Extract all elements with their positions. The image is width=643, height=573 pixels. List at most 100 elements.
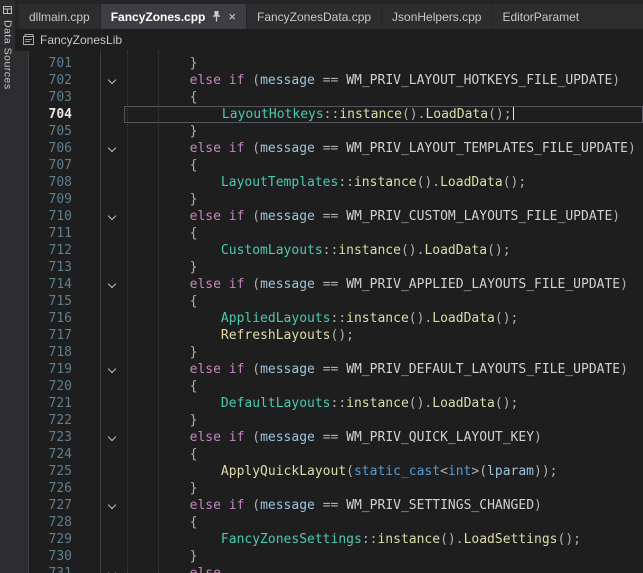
- line-number[interactable]: 708: [30, 174, 78, 191]
- chevron-down-icon[interactable]: [108, 75, 116, 83]
- code-line[interactable]: 707 {: [15, 157, 643, 174]
- line-number[interactable]: 701: [30, 55, 78, 72]
- line-number[interactable]: 725: [30, 463, 78, 480]
- fold-margin[interactable]: [100, 140, 124, 157]
- code-line[interactable]: 703 {: [15, 89, 643, 106]
- line-number[interactable]: 702: [30, 72, 78, 89]
- fold-margin[interactable]: [100, 310, 124, 327]
- code-line[interactable]: 719 else if (message == WM_PRIV_DEFAULT_…: [15, 361, 643, 378]
- fold-margin[interactable]: [100, 378, 124, 395]
- fold-margin[interactable]: [100, 480, 124, 497]
- fold-margin[interactable]: [100, 514, 124, 531]
- fold-margin[interactable]: [100, 429, 124, 446]
- fold-margin[interactable]: [100, 293, 124, 310]
- code-line[interactable]: 713 }: [15, 259, 643, 276]
- line-number[interactable]: 723: [30, 429, 78, 446]
- code-line[interactable]: 711 {: [15, 225, 643, 242]
- line-number[interactable]: 720: [30, 378, 78, 395]
- fold-margin[interactable]: [100, 276, 124, 293]
- chevron-down-icon[interactable]: [108, 432, 116, 440]
- fold-margin[interactable]: [100, 191, 124, 208]
- chevron-down-icon[interactable]: [108, 143, 116, 151]
- fold-margin[interactable]: [100, 55, 124, 72]
- line-number[interactable]: 719: [30, 361, 78, 378]
- line-number[interactable]: 730: [30, 548, 78, 565]
- code-line[interactable]: 704 LayoutHotkeys::instance().LoadData()…: [15, 106, 643, 123]
- line-number[interactable]: 718: [30, 344, 78, 361]
- code-line[interactable]: 731 else: [15, 565, 643, 573]
- code-line[interactable]: 720 {: [15, 378, 643, 395]
- code-line[interactable]: 718 }: [15, 344, 643, 361]
- line-number[interactable]: 711: [30, 225, 78, 242]
- fold-margin[interactable]: [100, 242, 124, 259]
- fold-margin[interactable]: [100, 463, 124, 480]
- code-line[interactable]: 725 ApplyQuickLayout(static_cast<int>(lp…: [15, 463, 643, 480]
- fold-margin[interactable]: [100, 106, 124, 123]
- chevron-down-icon[interactable]: [108, 211, 116, 219]
- line-number[interactable]: 712: [30, 242, 78, 259]
- breadcrumb[interactable]: FancyZonesLib: [15, 29, 643, 51]
- fold-margin[interactable]: [100, 446, 124, 463]
- line-number[interactable]: 710: [30, 208, 78, 225]
- code-line[interactable]: 730 }: [15, 548, 643, 565]
- fold-margin[interactable]: [100, 531, 124, 548]
- code-line[interactable]: 727 else if (message == WM_PRIV_SETTINGS…: [15, 497, 643, 514]
- code-line[interactable]: 717 RefreshLayouts();: [15, 327, 643, 344]
- code-line[interactable]: 721 DefaultLayouts::instance().LoadData(…: [15, 395, 643, 412]
- line-number[interactable]: 707: [30, 157, 78, 174]
- tab-fancyzonesdata-cpp[interactable]: FancyZonesData.cpp: [247, 4, 381, 29]
- chevron-down-icon[interactable]: [108, 500, 116, 508]
- code-line[interactable]: 722 }: [15, 412, 643, 429]
- line-number[interactable]: 726: [30, 480, 78, 497]
- code-line[interactable]: 715 {: [15, 293, 643, 310]
- code-line[interactable]: 716 AppliedLayouts::instance().LoadData(…: [15, 310, 643, 327]
- line-number[interactable]: 713: [30, 259, 78, 276]
- tab-jsonhelpers-cpp[interactable]: JsonHelpers.cpp: [382, 4, 491, 29]
- fold-margin[interactable]: [100, 89, 124, 106]
- code-line[interactable]: 712 CustomLayouts::instance().LoadData()…: [15, 242, 643, 259]
- fold-margin[interactable]: [100, 565, 124, 573]
- fold-margin[interactable]: [100, 327, 124, 344]
- line-number[interactable]: 731: [30, 565, 78, 573]
- breadcrumb-project[interactable]: FancyZonesLib: [40, 33, 122, 47]
- code-line[interactable]: 723 else if (message == WM_PRIV_QUICK_LA…: [15, 429, 643, 446]
- line-number[interactable]: 706: [30, 140, 78, 157]
- line-number[interactable]: 705: [30, 123, 78, 140]
- line-number[interactable]: 704: [30, 106, 78, 123]
- line-number[interactable]: 715: [30, 293, 78, 310]
- code-line[interactable]: 728 {: [15, 514, 643, 531]
- fold-margin[interactable]: [100, 157, 124, 174]
- line-number[interactable]: 716: [30, 310, 78, 327]
- sidebar-tab-data-sources[interactable]: Data Sources: [2, 20, 14, 90]
- fold-margin[interactable]: [100, 259, 124, 276]
- fold-margin[interactable]: [100, 123, 124, 140]
- code-line[interactable]: 701 }: [15, 55, 643, 72]
- code-line[interactable]: 705 }: [15, 123, 643, 140]
- code-line[interactable]: 729 FancyZonesSettings::instance().LoadS…: [15, 531, 643, 548]
- fold-margin[interactable]: [100, 225, 124, 242]
- close-icon[interactable]: ×: [228, 10, 236, 23]
- chevron-down-icon[interactable]: [108, 568, 116, 573]
- line-number[interactable]: 717: [30, 327, 78, 344]
- line-number[interactable]: 714: [30, 276, 78, 293]
- line-number[interactable]: 724: [30, 446, 78, 463]
- chevron-down-icon[interactable]: [108, 279, 116, 287]
- code-line[interactable]: 710 else if (message == WM_PRIV_CUSTOM_L…: [15, 208, 643, 225]
- fold-margin[interactable]: [100, 174, 124, 191]
- code-line[interactable]: 702 else if (message == WM_PRIV_LAYOUT_H…: [15, 72, 643, 89]
- fold-margin[interactable]: [100, 548, 124, 565]
- code-line[interactable]: 714 else if (message == WM_PRIV_APPLIED_…: [15, 276, 643, 293]
- line-number[interactable]: 727: [30, 497, 78, 514]
- fold-margin[interactable]: [100, 497, 124, 514]
- tab-fancyzones-cpp[interactable]: FancyZones.cpp ×: [101, 4, 246, 29]
- line-number[interactable]: 729: [30, 531, 78, 548]
- line-number[interactable]: 722: [30, 412, 78, 429]
- fold-margin[interactable]: [100, 412, 124, 429]
- code-line[interactable]: 708 LayoutTemplates::instance().LoadData…: [15, 174, 643, 191]
- fold-margin[interactable]: [100, 395, 124, 412]
- line-number[interactable]: 709: [30, 191, 78, 208]
- code-line[interactable]: 726 }: [15, 480, 643, 497]
- code-line[interactable]: 706 else if (message == WM_PRIV_LAYOUT_T…: [15, 140, 643, 157]
- fold-margin[interactable]: [100, 344, 124, 361]
- fold-margin[interactable]: [100, 72, 124, 89]
